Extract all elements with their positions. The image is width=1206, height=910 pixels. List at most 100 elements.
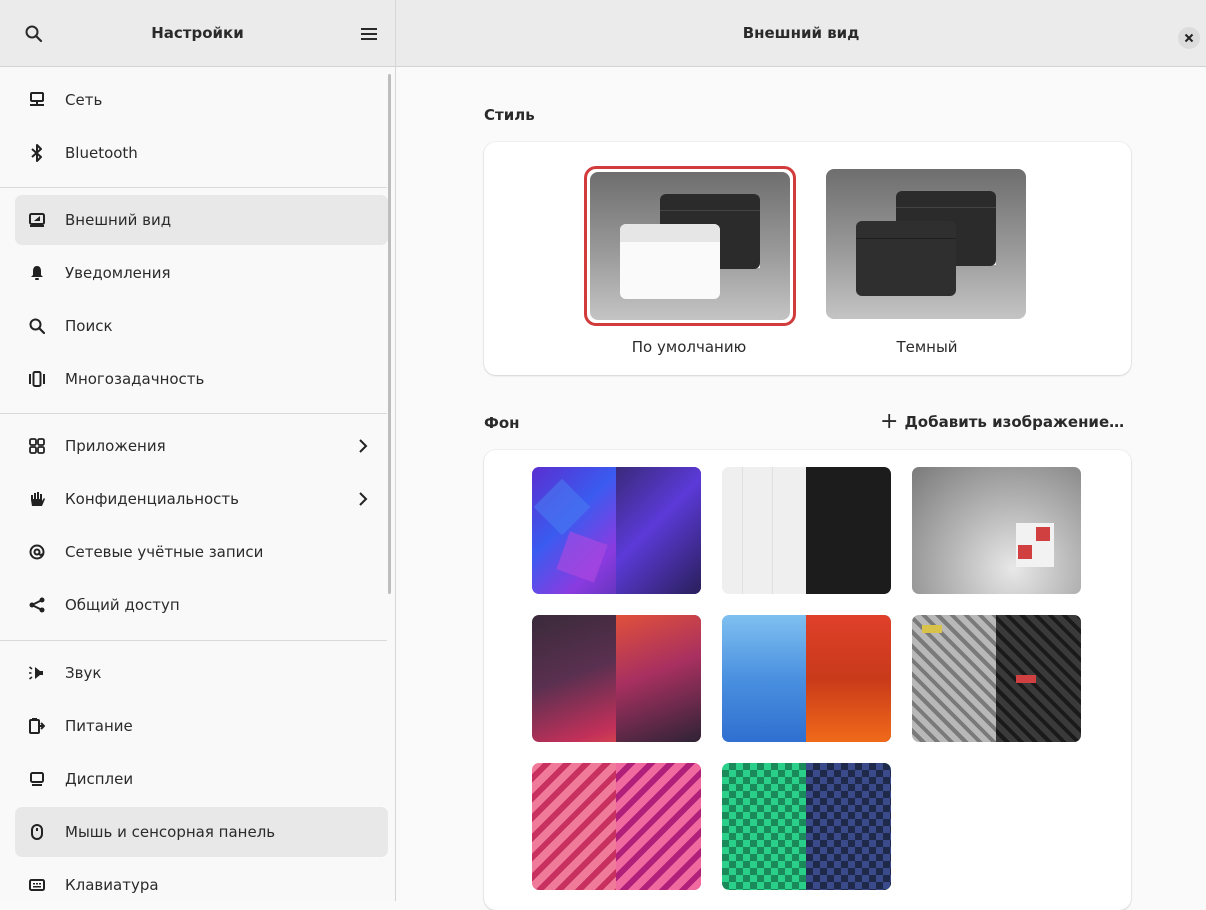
wallpaper-thumb[interactable] xyxy=(722,615,891,742)
add-image-label: Добавить изображение… xyxy=(904,413,1125,431)
page-title: Внешний вид xyxy=(742,24,860,42)
sidebar-item-apps[interactable]: Приложения xyxy=(15,421,388,471)
share-icon xyxy=(27,595,47,615)
sidebar-item-label: Поиск xyxy=(65,317,113,335)
sidebar-item-sharing[interactable]: Общий доступ xyxy=(15,580,388,630)
chevron-right-icon xyxy=(359,492,368,506)
close-icon xyxy=(1184,33,1194,43)
sidebar-separator xyxy=(0,640,387,641)
wallpaper-card xyxy=(484,450,1131,910)
style-option-label: По умолчанию xyxy=(631,338,747,356)
mouse-icon xyxy=(27,822,47,842)
at-icon xyxy=(27,542,47,562)
multitasking-icon xyxy=(27,369,47,389)
wallpaper-thumb[interactable] xyxy=(722,763,891,890)
power-icon xyxy=(27,716,47,736)
cube-square xyxy=(1018,545,1032,559)
sidebar-item-appearance[interactable]: Внешний вид xyxy=(15,195,388,245)
hamburger-menu-icon xyxy=(361,28,377,40)
close-button[interactable] xyxy=(1178,27,1200,49)
wallpaper-shape xyxy=(556,531,608,583)
wallpaper-shape xyxy=(533,478,591,536)
wallpaper-dark-half xyxy=(996,615,1081,742)
main-menu-button[interactable] xyxy=(352,17,386,51)
sidebar-item-label: Звук xyxy=(65,664,102,682)
sidebar-item-label: Уведомления xyxy=(65,264,171,282)
content-header: Внешний вид xyxy=(396,0,1206,67)
appearance-icon xyxy=(27,210,47,230)
sidebar-item-label: Приложения xyxy=(65,437,166,455)
window-divider xyxy=(856,238,956,239)
sidebar-item-bluetooth[interactable]: Bluetooth xyxy=(15,128,388,178)
sidebar-header: Настройки xyxy=(0,0,395,67)
wallpaper-dark-half xyxy=(616,467,701,594)
sidebar-item-label: Питание xyxy=(65,717,133,735)
search-icon xyxy=(27,316,47,336)
wallpaper-accent xyxy=(922,625,942,633)
wallpaper-dark-half xyxy=(616,615,701,742)
plus-icon: + xyxy=(880,409,899,434)
network-icon xyxy=(27,90,47,110)
wallpaper-line xyxy=(742,467,743,594)
style-preview-default xyxy=(590,172,790,320)
wallpaper-accent xyxy=(1016,675,1036,683)
style-card: По умолчанию Темный xyxy=(484,142,1131,375)
sidebar-item-label: Сеть xyxy=(65,91,103,109)
wallpaper-thumb[interactable] xyxy=(532,763,701,890)
style-option-default[interactable]: По умолчанию xyxy=(584,166,796,366)
bell-icon xyxy=(27,263,47,283)
cube-square xyxy=(1036,527,1050,541)
sidebar-item-privacy[interactable]: Конфиденциальность xyxy=(15,474,388,524)
background-section-title: Фон xyxy=(484,414,520,432)
style-option-dark[interactable]: Темный xyxy=(824,166,1034,366)
chevron-right-icon xyxy=(359,439,368,453)
speaker-icon xyxy=(27,663,47,683)
sidebar-separator xyxy=(0,187,387,188)
style-option-label: Темный xyxy=(896,338,958,356)
sidebar-item-online-accounts[interactable]: Сетевые учётные записи xyxy=(15,527,388,577)
wallpaper-thumb[interactable] xyxy=(912,467,1081,594)
sidebar-item-label: Общий доступ xyxy=(65,596,180,614)
wallpaper-dark-half xyxy=(806,615,891,742)
wallpaper-line xyxy=(772,467,773,594)
style-preview-dark xyxy=(826,169,1026,319)
wallpaper-thumb[interactable] xyxy=(532,615,701,742)
sidebar-item-label: Сетевые учётные записи xyxy=(65,543,264,561)
add-image-button[interactable]: + Добавить изображение… xyxy=(880,411,1124,433)
dark-window-front-preview xyxy=(856,221,956,296)
sidebar-item-label: Многозадачность xyxy=(65,370,205,388)
sidebar-separator xyxy=(0,413,387,414)
sidebar-item-label: Дисплеи xyxy=(65,770,134,788)
window-divider xyxy=(896,207,996,208)
sidebar-list: Сеть Bluetooth Внешний вид Уведомления П… xyxy=(0,67,395,901)
sidebar-item-keyboard[interactable]: Клавиатура xyxy=(15,860,388,910)
sidebar-item-notifications[interactable]: Уведомления xyxy=(15,248,388,298)
sidebar-item-power[interactable]: Питание xyxy=(15,701,388,751)
sidebar-item-multitasking[interactable]: Многозадачность xyxy=(15,354,388,404)
sidebar-item-search[interactable]: Поиск xyxy=(15,301,388,351)
wallpaper-thumb[interactable] xyxy=(532,467,701,594)
content-pane: Внешний вид Стиль По умолчанию Темный Фо… xyxy=(396,0,1206,910)
sidebar-item-network[interactable]: Сеть xyxy=(15,75,388,125)
sidebar-item-label: Внешний вид xyxy=(65,211,172,229)
keyboard-icon xyxy=(27,875,47,895)
sidebar-item-label: Клавиатура xyxy=(65,876,159,894)
sidebar-title: Настройки xyxy=(151,24,244,42)
hand-icon xyxy=(27,489,47,509)
window-titlebar xyxy=(620,224,720,242)
sidebar-item-label: Bluetooth xyxy=(65,144,138,162)
sidebar-item-sound[interactable]: Звук xyxy=(15,648,388,698)
window-divider xyxy=(660,210,760,211)
bluetooth-icon xyxy=(27,143,47,163)
wallpaper-dark-half xyxy=(616,763,701,890)
wallpaper-dark-half xyxy=(806,763,891,890)
sidebar-item-displays[interactable]: Дисплеи xyxy=(15,754,388,804)
wallpaper-thumb[interactable] xyxy=(722,467,891,594)
style-section-title: Стиль xyxy=(484,106,535,124)
wallpaper-thumb[interactable] xyxy=(912,615,1081,742)
sidebar-scrollbar[interactable] xyxy=(388,74,391,594)
sidebar-item-mouse-touchpad[interactable]: Мышь и сенсорная панель xyxy=(15,807,388,857)
sidebar-item-label: Мышь и сенсорная панель xyxy=(65,823,276,841)
light-window-preview xyxy=(620,224,720,299)
sidebar: Настройки Сеть Bluetooth Внешний вид Уве… xyxy=(0,0,396,901)
